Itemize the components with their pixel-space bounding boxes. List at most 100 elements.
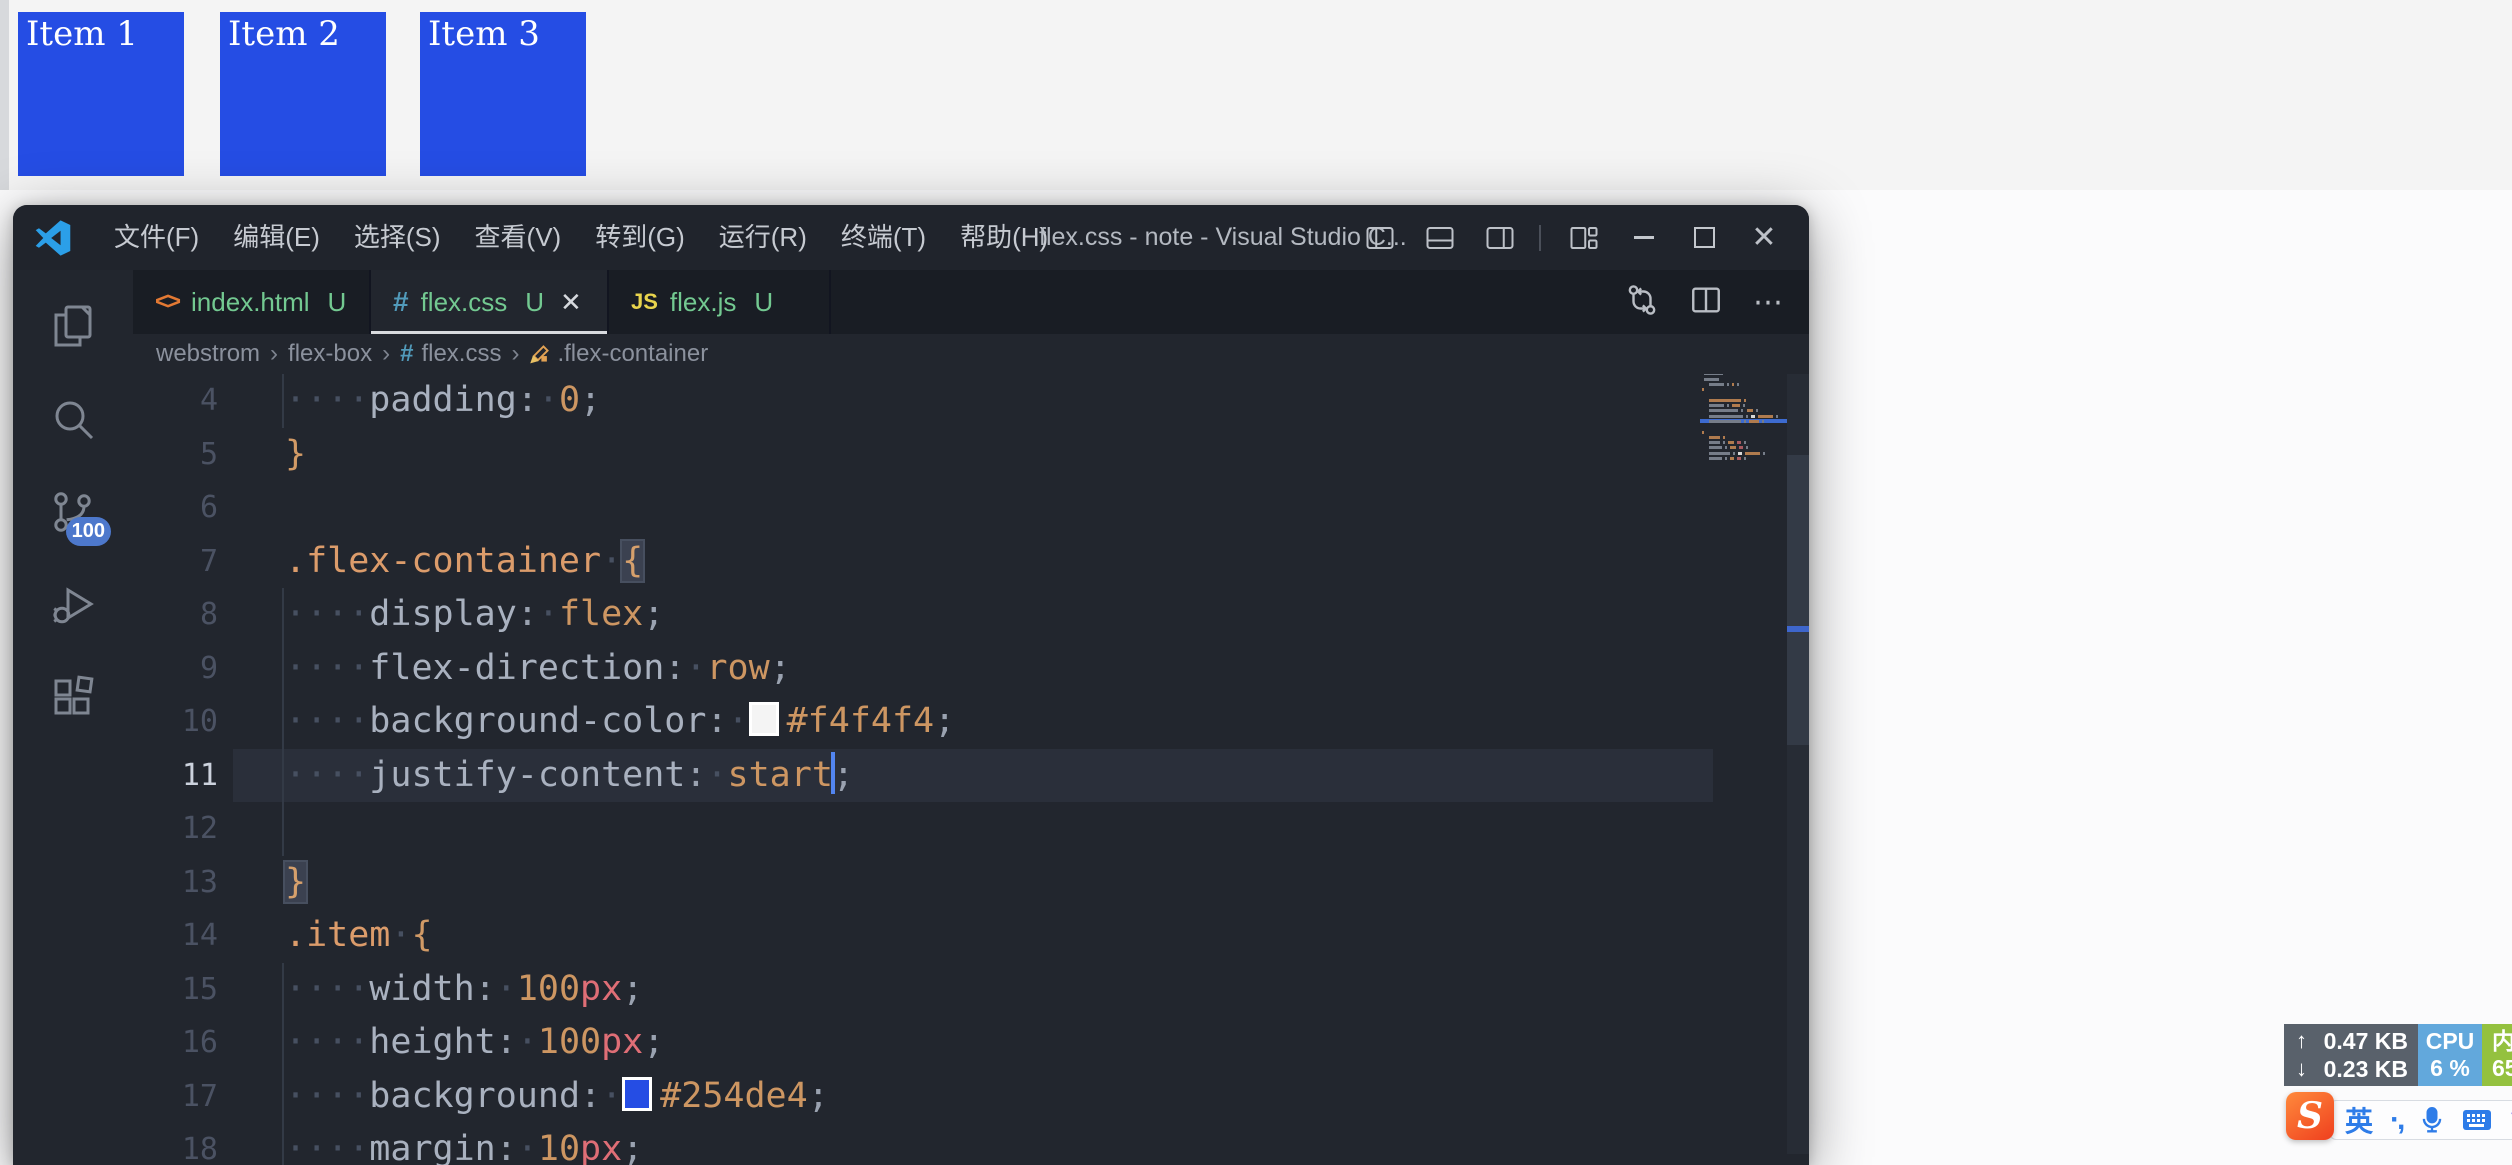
minimap-bar: [1725, 457, 1727, 460]
maximize-button[interactable]: [1687, 221, 1721, 255]
token: width: [369, 969, 474, 1009]
breadcrumb-flex-box[interactable]: ›flex-box: [260, 340, 372, 368]
ime-language-toggle[interactable]: 英: [2345, 1100, 2373, 1140]
token: :: [496, 1022, 517, 1062]
microphone-icon[interactable]: [2419, 1106, 2445, 1134]
ime-punctuation-toggle[interactable]: ·,: [2390, 1103, 2402, 1137]
minimap-bar: [1749, 420, 1760, 423]
toggle-secondary-sidebar-icon[interactable]: [1483, 221, 1517, 255]
menu-item-4[interactable]: 转到(G): [578, 205, 702, 270]
tab-flex.js[interactable]: JSflex.jsU: [609, 270, 831, 334]
minimap-bar: [1709, 415, 1743, 418]
source-control-badge: 100: [66, 517, 111, 546]
title-bar[interactable]: 文件(F)编辑(E)选择(S)查看(V)转到(G)运行(R)终端(T)帮助(H)…: [13, 205, 1809, 270]
line-number: 11: [133, 749, 218, 803]
token: :: [664, 648, 685, 688]
minimap-row: [1700, 456, 1784, 461]
cpu-value: 6 %: [2430, 1055, 2470, 1082]
minimap-bar: [1709, 399, 1741, 402]
code-line-10: 10····background-color:·#f4f4f4;: [133, 695, 1809, 749]
breadcrumb-webstrom[interactable]: webstrom: [156, 340, 260, 368]
more-actions-icon[interactable]: ⋯: [1753, 285, 1785, 320]
code-editor[interactable]: 4····padding:·0;5}67.flex-container·{8··…: [133, 374, 1809, 1165]
close-button[interactable]: ✕: [1747, 221, 1781, 255]
cpu-panel: CPU 6 %: [2418, 1024, 2482, 1086]
sogou-logo[interactable]: S: [2286, 1092, 2334, 1140]
minimap-bar: [1758, 415, 1773, 418]
vscode-window: 文件(F)编辑(E)选择(S)查看(V)转到(G)运行(R)终端(T)帮助(H)…: [13, 205, 1809, 1165]
token: :: [475, 969, 496, 1009]
tab-label: flex.js: [670, 287, 736, 318]
token: ·: [538, 594, 559, 634]
customize-layout-icon[interactable]: [1567, 221, 1601, 255]
tab-actions: ⋯: [1625, 270, 1809, 334]
line-number: 14: [133, 909, 218, 963]
code-line-16: 16····height:·100px;: [133, 1016, 1809, 1070]
color-swatch[interactable]: [749, 702, 779, 736]
keyboard-icon[interactable]: [2462, 1108, 2492, 1132]
git-status-badge: U: [525, 287, 544, 318]
tab-close-icon[interactable]: ✕: [560, 287, 582, 318]
run-debug-icon[interactable]: [43, 575, 103, 635]
token: ····: [285, 648, 369, 688]
extensions-icon[interactable]: [43, 668, 103, 728]
browser-scrollbar[interactable]: [0, 0, 9, 190]
breadcrumb-label: .flex-container: [557, 340, 708, 368]
editor-scrollbar[interactable]: [1787, 374, 1809, 1154]
download-speed: 0.23 KB: [2324, 1056, 2408, 1082]
minimap-bar: [1739, 446, 1743, 449]
code-line-7: 7.flex-container·{: [133, 535, 1809, 589]
breadcrumb-.flex-container[interactable]: ›.flex-container: [501, 340, 708, 368]
token: ·: [517, 1129, 538, 1165]
minimap-bar: [1776, 415, 1778, 418]
menu-item-6[interactable]: 终端(T): [824, 205, 943, 270]
memory-panel: 内 65: [2482, 1024, 2512, 1086]
breadcrumb-separator: ›: [382, 340, 390, 368]
minimize-button[interactable]: [1627, 221, 1661, 255]
breadcrumb: webstrom›flex-box›#flex.css›.flex-contai…: [133, 334, 1809, 374]
compare-changes-icon[interactable]: [1625, 283, 1659, 322]
token: flex-direction: [369, 648, 664, 688]
token: ····: [285, 969, 369, 1009]
minimap[interactable]: [1700, 374, 1784, 461]
titlebar-divider: [1539, 225, 1541, 251]
breadcrumb-flex.css[interactable]: ›#flex.css: [372, 340, 501, 368]
token: row: [706, 648, 769, 688]
token: px: [580, 969, 622, 1009]
tab-index.html[interactable]: <>index.htmlU: [133, 270, 371, 334]
line-number: 18: [133, 1123, 218, 1165]
net-speed-panel: ↑0.47 KB ↓0.23 KB: [2284, 1024, 2418, 1086]
color-swatch[interactable]: [622, 1077, 652, 1111]
minimap-bar: [1704, 378, 1719, 381]
tab-flex.css[interactable]: #flex.cssU✕: [371, 270, 609, 334]
menu-item-1[interactable]: 编辑(E): [216, 205, 337, 270]
source-control-icon[interactable]: 100: [43, 482, 103, 542]
menu-item-5[interactable]: 运行(R): [702, 205, 824, 270]
toggle-panel-icon[interactable]: [1423, 221, 1457, 255]
split-editor-icon[interactable]: [1689, 283, 1723, 322]
token: ·: [685, 648, 706, 688]
token: flex: [559, 594, 643, 634]
token: start: [728, 755, 833, 795]
menu-item-3[interactable]: 查看(V): [458, 205, 579, 270]
line-number: 5: [133, 428, 218, 482]
explorer-icon[interactable]: [43, 296, 103, 356]
toggle-primary-sidebar-icon[interactable]: [1363, 221, 1397, 255]
scrollbar-slider[interactable]: [1787, 455, 1809, 745]
token: ;: [643, 594, 664, 634]
minimap-bar: [1732, 404, 1740, 407]
download-arrow-icon: ↓: [2296, 1056, 2307, 1082]
token: .flex-container: [285, 541, 601, 581]
line-number: 4: [133, 374, 218, 428]
menu-item-2[interactable]: 选择(S): [337, 205, 458, 270]
minimap-bar: [1744, 441, 1746, 444]
menu-item-0[interactable]: 文件(F): [97, 205, 216, 270]
token: background-color: [369, 701, 706, 741]
token: ;: [808, 1076, 829, 1116]
search-icon[interactable]: [43, 389, 103, 449]
token: ····: [285, 1022, 369, 1062]
token: ;: [643, 1022, 664, 1062]
line-number: 6: [133, 481, 218, 535]
token: #254de4: [660, 1076, 808, 1116]
token: 0: [559, 380, 580, 420]
